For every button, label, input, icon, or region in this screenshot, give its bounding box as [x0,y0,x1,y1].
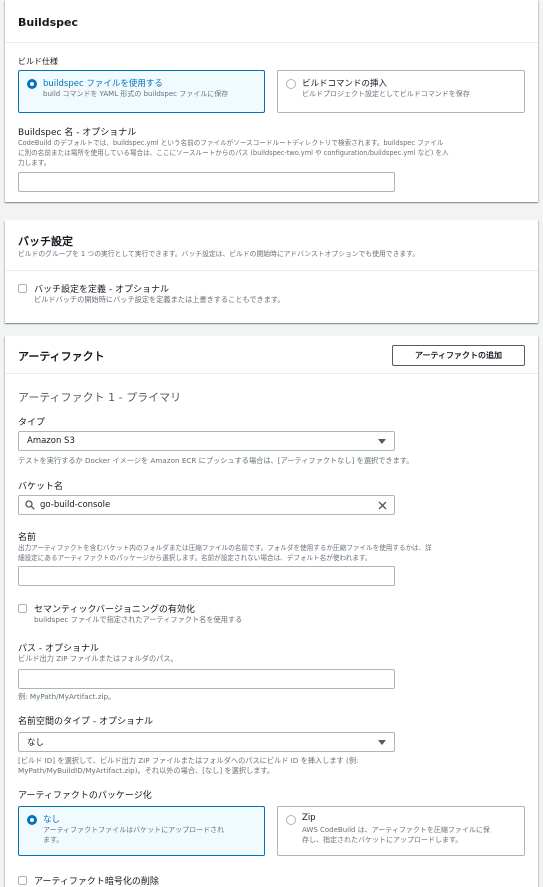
chevron-down-icon [378,438,386,444]
type-label: タイプ [18,418,46,428]
insert-build-commands-option[interactable]: ビルドコマンドの挿入 ビルドプロジェクト設定としてビルドコマンドを保存 [277,70,525,113]
namespace-desc-1: [ビルド ID] を選択して、ビルド出力 ZIP ファイルまたはフォルダへのパス… [18,756,359,765]
buildspec-name-desc-1: CodeBuild のデフォルトでは、buildspec.yml という名前のフ… [18,139,444,147]
packaging-label: アーティファクトのパッケージ化 [18,791,152,801]
type-select-value: Amazon S3 [27,436,75,446]
define-batch-desc: ビルドバッチの開始時にバッチ設定を定義または上書きすることもできます。 [34,295,285,304]
artifact-name-input[interactable] [18,566,395,586]
path-example: 例: MyPath/MyArtifact.zip。 [18,692,116,701]
buildspec-name-desc-2: に別の名前または場所を使用している場合は、ここにソースルートからのパス (bui… [18,149,449,157]
use-buildspec-file-option[interactable]: buildspec ファイルを使用する build コマンドを YAML 形式の… [18,70,265,113]
buildspec-title: Buildspec [18,16,79,29]
chevron-down-icon [378,739,386,745]
path-label: パス - オプショナル [18,644,99,654]
packaging-zip-desc-2: 存し、指定されたバケットにアップロードします。 [302,836,463,844]
packaging-zip-desc-1: AWS CodeBuild は、アーティファクトを圧縮ファイルに保 [302,826,490,834]
build-spec-label: ビルド仕様 [18,57,58,66]
bucket-label: バケット名 [18,482,64,492]
type-select[interactable]: Amazon S3 [18,431,395,451]
packaging-zip-radio[interactable] [286,815,296,825]
packaging-none-radio[interactable] [27,815,37,825]
insert-build-commands-title: ビルドコマンドの挿入 [302,79,388,89]
bucket-input-value: go-build-console [40,500,111,510]
semantic-versioning-checkbox[interactable] [18,604,27,613]
add-artifact-button[interactable]: アーティファクトの追加 [392,345,525,366]
remove-encryption-checkbox[interactable] [18,876,27,885]
buildspec-name-label: Buildspec 名 - オプショナル [18,128,137,138]
artifacts-title: アーティファクト [18,350,105,363]
semantic-versioning-label: セマンティックバージョニングの有効化 [34,605,195,615]
use-buildspec-file-title: buildspec ファイルを使用する [43,79,163,89]
artifacts-header: アーティファクト アーティファクトの追加 [5,336,538,374]
semantic-versioning-desc: buildspec ファイルで指定されたアーティファクト名を使用する [34,615,243,624]
namespace-select[interactable]: なし [18,732,395,752]
path-desc: ビルド出力 ZIP ファイルまたはフォルダのパス。 [18,654,178,663]
batch-panel: バッチ設定 ビルドのグループを 1 つの実行として実行できます。バッチ設定は、ビ… [5,220,538,323]
name-desc-2: 細設定にあるアーティファクトのパッケージから選択します。名前が設定されない場合は… [18,554,372,562]
namespace-label: 名前空間のタイプ - オプショナル [18,717,153,727]
type-desc: テストを実行するか Docker イメージを Amazon ECR にプッシュす… [18,456,414,465]
batch-header: バッチ設定 ビルドのグループを 1 つの実行として実行できます。バッチ設定は、ビ… [5,220,538,271]
namespace-desc-2: MyPath/MyBuildID/MyArtifact.zip)。それ以外の場合… [18,766,275,775]
batch-desc: ビルドのグループを 1 つの実行として実行できます。バッチ設定は、ビルドの開始時… [18,250,420,258]
buildspec-name-desc-3: 力します。 [18,159,51,167]
use-buildspec-file-radio[interactable] [27,79,37,89]
path-input[interactable] [18,669,395,689]
use-buildspec-file-desc: build コマンドを YAML 形式の buildspec ファイルに保存 [43,90,229,98]
packaging-none-desc-2: ます。 [43,836,64,844]
buildspec-panel: Buildspec ビルド仕様 buildspec ファイルを使用する buil… [5,0,538,202]
packaging-none-title: なし [43,815,61,825]
packaging-zip-option[interactable]: Zip AWS CodeBuild は、アーティファクトを圧縮ファイルに保 存し… [277,806,525,856]
batch-title: バッチ設定 [18,235,73,248]
insert-build-commands-desc: ビルドプロジェクト設定としてビルドコマンドを保存 [302,90,470,98]
packaging-zip-title: Zip [302,813,316,823]
name-label: 名前 [18,533,37,543]
namespace-select-value: なし [27,738,45,748]
packaging-none-option[interactable]: なし アーティファクトファイルはバケットにアップロードされ ます。 [18,806,265,856]
artifacts-panel: アーティファクト アーティファクトの追加 アーティファクト 1 - プライマリ … [5,336,538,887]
remove-encryption-label: アーティファクト暗号化の削除 [34,877,159,887]
buildspec-header: Buildspec [5,0,538,43]
search-icon [25,500,35,510]
name-desc-1: 出力アーティファクトを含むバケット内のフォルダまたは圧縮ファイルの名前です。フォ… [18,544,432,552]
insert-build-commands-radio[interactable] [286,79,296,89]
buildspec-name-input[interactable] [18,172,395,192]
bucket-input[interactable]: go-build-console [18,495,395,515]
clear-icon[interactable] [378,501,387,510]
define-batch-checkbox[interactable] [18,284,27,293]
packaging-none-desc-1: アーティファクトファイルはバケットにアップロードされ [43,826,225,834]
artifact-subtitle: アーティファクト 1 - プライマリ [18,391,182,404]
define-batch-label: バッチ設定を定義 - オプショナル [34,285,169,295]
